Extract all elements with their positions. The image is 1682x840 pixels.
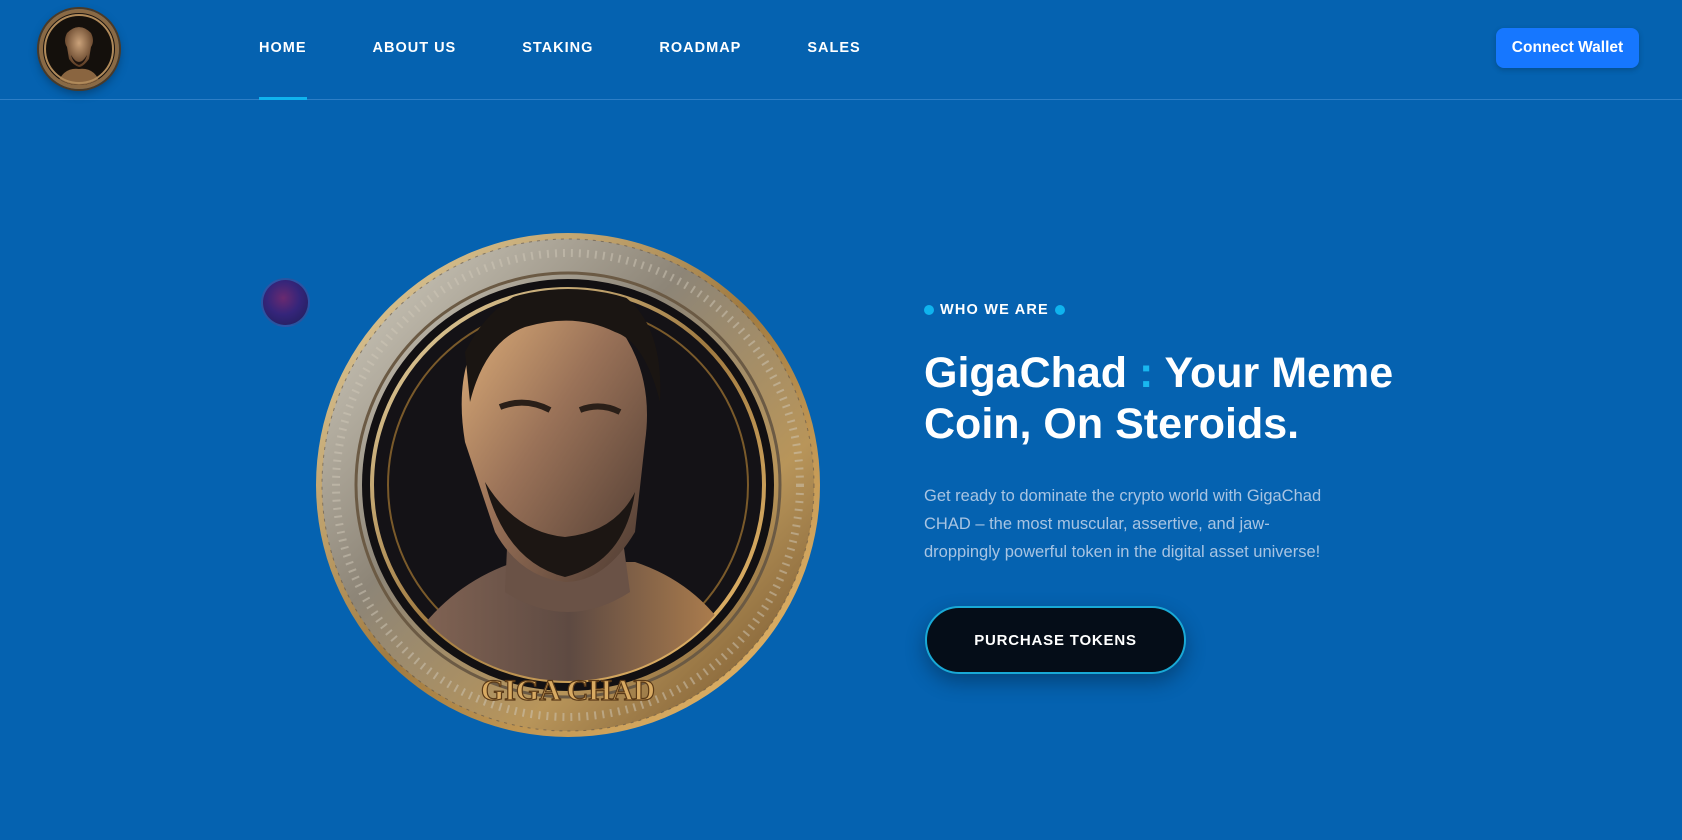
nav-item-sales[interactable]: SALES	[807, 0, 860, 100]
nav-item-about-us[interactable]: ABOUT US	[373, 0, 457, 100]
site-header: HOME ABOUT US STAKING ROADMAP SALES Conn…	[0, 0, 1682, 100]
eyebrow-dot-right-icon	[1054, 305, 1065, 315]
eyebrow-label: WHO WE ARE	[940, 302, 1049, 318]
main-nav: HOME ABOUT US STAKING ROADMAP SALES	[259, 0, 927, 100]
nav-item-home[interactable]: HOME	[259, 0, 307, 100]
hero-description: Get ready to dominate the crypto world w…	[924, 487, 1322, 561]
headline-brand: GigaChad	[924, 349, 1128, 397]
connect-wallet-button[interactable]: Connect Wallet	[1496, 28, 1639, 68]
section-eyebrow: WHO WE ARE	[924, 302, 1065, 318]
eyebrow-dot-left-icon	[924, 305, 934, 315]
page: HOME ABOUT US STAKING ROADMAP SALES Conn…	[0, 0, 1682, 840]
gigachad-coin-image: GIGA CHAD	[315, 232, 821, 738]
decorative-orb-icon	[261, 278, 310, 327]
nav-item-roadmap[interactable]: ROADMAP	[659, 0, 741, 100]
coin-caption: GIGA CHAD	[481, 674, 655, 707]
gigachad-logo-icon[interactable]	[39, 9, 119, 89]
hero-headline: GigaChad : Your Meme Coin, On Steroids.	[924, 348, 1404, 450]
nav-item-staking[interactable]: STAKING	[522, 0, 593, 100]
headline-separator: :	[1139, 349, 1154, 397]
purchase-tokens-button[interactable]: PURCHASE TOKENS	[925, 606, 1186, 674]
